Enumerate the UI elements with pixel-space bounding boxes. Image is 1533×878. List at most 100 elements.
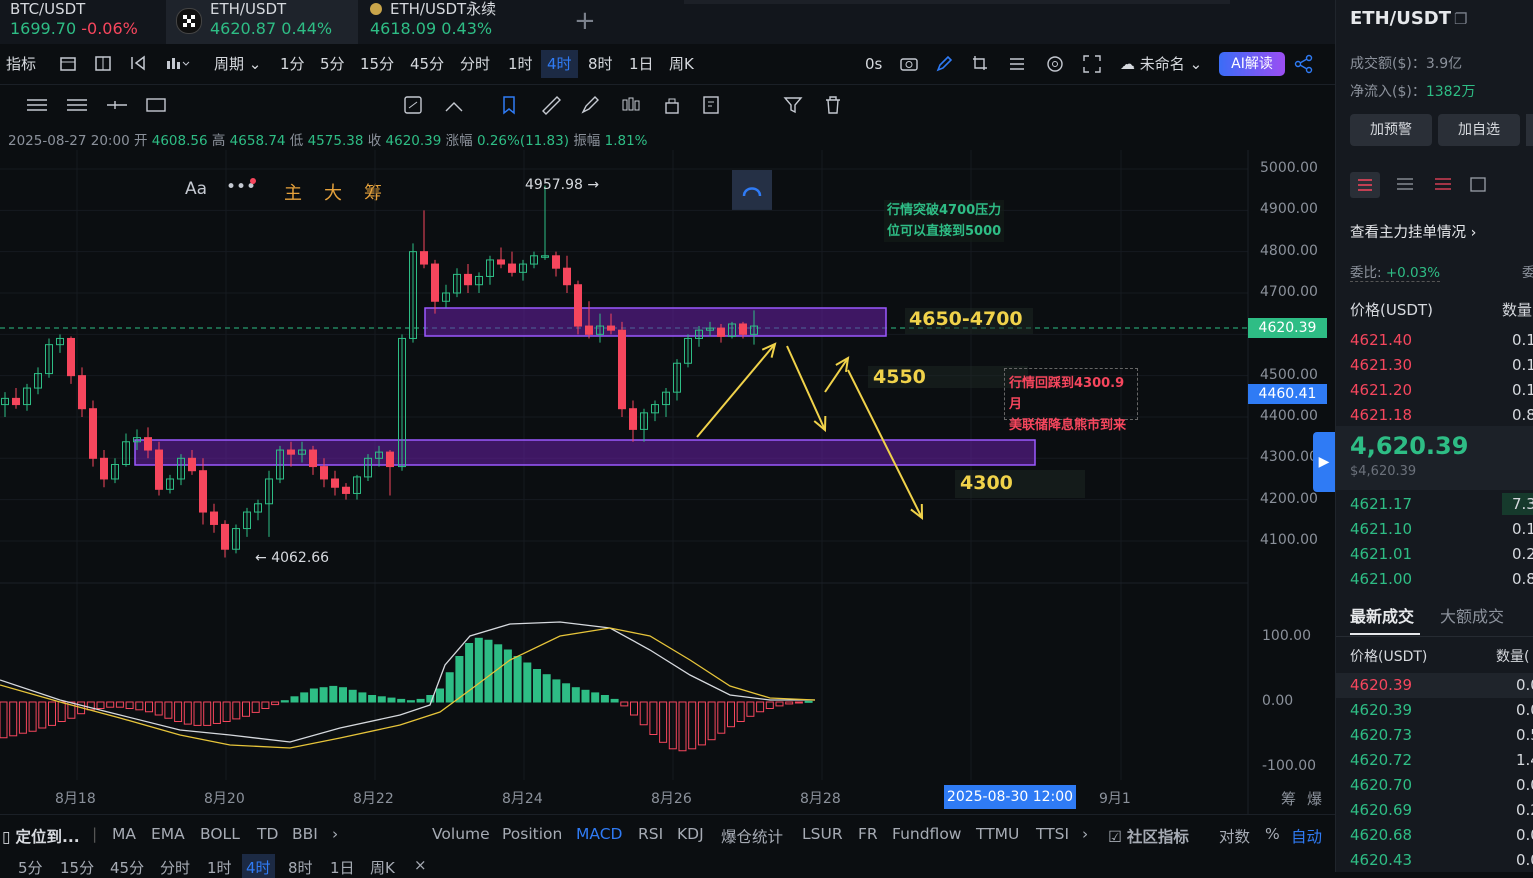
parallel-lines-icon[interactable]: [66, 94, 88, 116]
liquidation-toggle[interactable]: 爆: [1307, 788, 1322, 809]
fullscreen-icon[interactable]: [1081, 53, 1103, 75]
breakout-note[interactable]: 行情突破4700压力 位可以直接到5000: [884, 200, 1005, 242]
sub-macd[interactable]: MACD: [576, 825, 622, 843]
period-4h[interactable]: 4时: [541, 50, 578, 78]
tab-large-trades[interactable]: 大额成交: [1440, 603, 1504, 627]
sub-rsi[interactable]: RSI: [638, 825, 663, 843]
sub-ttmu[interactable]: TTMU: [976, 825, 1019, 843]
shortcut-week[interactable]: 周K: [370, 857, 395, 878]
resistance-zone[interactable]: [424, 307, 887, 337]
period-8h[interactable]: 8时: [588, 54, 613, 74]
book-view-both-icon[interactable]: [1350, 172, 1380, 198]
settings-icon[interactable]: [1044, 53, 1066, 75]
book-view-asks-icon[interactable]: [1432, 175, 1454, 199]
edit-template-icon[interactable]: [701, 94, 723, 116]
layout-icon[interactable]: [93, 53, 115, 75]
ind-boll[interactable]: BOLL: [200, 825, 240, 843]
book-view-bids-icon[interactable]: [1394, 175, 1416, 199]
ind-td[interactable]: TD: [257, 825, 278, 843]
tab-eth-perp[interactable]: ETH/USDT永续 4618.09 0.43%: [360, 0, 560, 44]
add-favorite-button[interactable]: 加自选: [1438, 114, 1520, 146]
sub-kdj[interactable]: KDJ: [677, 825, 704, 843]
chart-type-icon[interactable]: [164, 53, 190, 75]
tab-latest-trades[interactable]: 最新成交: [1350, 603, 1414, 627]
trend-arrow-rebound[interactable]: [824, 357, 849, 393]
share-icon[interactable]: [1293, 53, 1315, 75]
log-toggle[interactable]: 对数: [1219, 825, 1250, 847]
shortcut-15m[interactable]: 15分: [60, 857, 94, 878]
camera-icon[interactable]: [898, 53, 920, 75]
ind-ema[interactable]: EMA: [151, 825, 185, 843]
period-timeline[interactable]: 分时: [460, 54, 490, 74]
tab-btc[interactable]: BTC/USDT 1699.70 -0.06%: [0, 0, 160, 44]
percent-toggle[interactable]: %: [1265, 825, 1280, 843]
trend-tool-icon[interactable]: [443, 94, 465, 116]
shortcut-8h[interactable]: 8时: [288, 857, 313, 878]
candles-icon[interactable]: [620, 94, 642, 116]
sub-fundflow[interactable]: Fundflow: [892, 825, 961, 843]
indicators-button[interactable]: 指标: [6, 54, 36, 74]
ruler-icon[interactable]: [540, 94, 562, 116]
period-1m[interactable]: 1分: [280, 54, 305, 74]
sub-lsur[interactable]: LSUR: [802, 825, 843, 843]
chip-toggle[interactable]: 筹: [1281, 788, 1296, 809]
trash-icon[interactable]: [822, 94, 844, 116]
chevron-right-icon[interactable]: ›: [332, 825, 338, 843]
period-45m[interactable]: 45分: [410, 54, 444, 74]
ind-bbi[interactable]: BBI: [292, 825, 318, 843]
period-5m[interactable]: 5分: [320, 54, 345, 74]
layout-name-dropdown[interactable]: ☁ 未命名 ⌄: [1120, 54, 1202, 74]
orderbook-link[interactable]: 查看主力挂单情况 ›: [1350, 221, 1476, 242]
sub-ttsi[interactable]: TTSI: [1036, 825, 1069, 843]
sub-position[interactable]: Position: [502, 825, 562, 843]
support-zone[interactable]: [134, 439, 1036, 466]
level-label-4550[interactable]: 4550: [873, 366, 926, 388]
sub-liquidation[interactable]: 爆仓统计: [721, 825, 783, 847]
zone-label-upper[interactable]: 4650-4700: [909, 308, 1023, 330]
expand-panel-button[interactable]: ▶: [1313, 432, 1335, 492]
sub-fr[interactable]: FR: [858, 825, 878, 843]
calendar-icon[interactable]: [58, 53, 80, 75]
trend-arrow-up[interactable]: [696, 343, 776, 438]
crop-icon[interactable]: [970, 53, 992, 75]
rectangle-icon[interactable]: [145, 94, 167, 116]
book-precision-icon[interactable]: [1468, 175, 1490, 199]
tab-eth[interactable]: ETH/USDT 4620.87 0.44%: [166, 0, 358, 44]
chevron-right-icon[interactable]: ›: [1082, 825, 1088, 843]
pen-icon[interactable]: [934, 53, 956, 75]
community-indicators[interactable]: ☑ 社区指标: [1108, 825, 1189, 847]
period-1h[interactable]: 1时: [508, 54, 533, 74]
add-tab-icon[interactable]: +: [574, 6, 596, 36]
close-icon[interactable]: ×: [414, 856, 427, 874]
period-dropdown[interactable]: 周期 ⌄: [214, 54, 261, 74]
ind-ma[interactable]: MA: [112, 825, 136, 843]
bearish-note[interactable]: 行情回踩到4300.9月 美联储降息熊市到来: [1004, 368, 1138, 433]
shortcut-45m[interactable]: 45分: [110, 857, 144, 878]
ai-interpret-button[interactable]: AI解读: [1219, 52, 1285, 76]
replay-icon[interactable]: [128, 53, 150, 75]
sub-volume[interactable]: Volume: [432, 825, 490, 843]
period-week[interactable]: 周K: [669, 54, 694, 74]
horizontal-lines-icon[interactable]: [26, 94, 48, 116]
list-icon[interactable]: [1006, 53, 1028, 75]
shortcut-1h[interactable]: 1时: [207, 857, 232, 878]
shortcut-4h[interactable]: 4时: [242, 854, 275, 878]
level-label-4300[interactable]: 4300: [960, 472, 1013, 494]
horizontal-ray-icon[interactable]: [106, 94, 128, 116]
compare-icon[interactable]: [402, 94, 424, 116]
period-15m[interactable]: 15分: [360, 54, 394, 74]
mark-icon[interactable]: [500, 94, 522, 116]
period-1d[interactable]: 1日: [629, 54, 654, 74]
shortcut-timeline[interactable]: 分时: [160, 857, 190, 878]
filter-icon[interactable]: [782, 94, 804, 116]
shortcut-5m[interactable]: 5分: [18, 857, 43, 878]
shortcut-1d[interactable]: 1日: [330, 857, 355, 878]
chart-area[interactable]: [0, 150, 1335, 814]
brush-icon[interactable]: [580, 94, 602, 116]
locate-button[interactable]: ▯ 定位到...: [2, 825, 80, 847]
more-button[interactable]: [1526, 114, 1533, 146]
copy-icon[interactable]: ❐: [1454, 10, 1467, 28]
add-alert-button[interactable]: 加预警: [1350, 114, 1432, 146]
auto-toggle[interactable]: 自动: [1291, 825, 1322, 847]
lock-icon[interactable]: [661, 94, 683, 116]
